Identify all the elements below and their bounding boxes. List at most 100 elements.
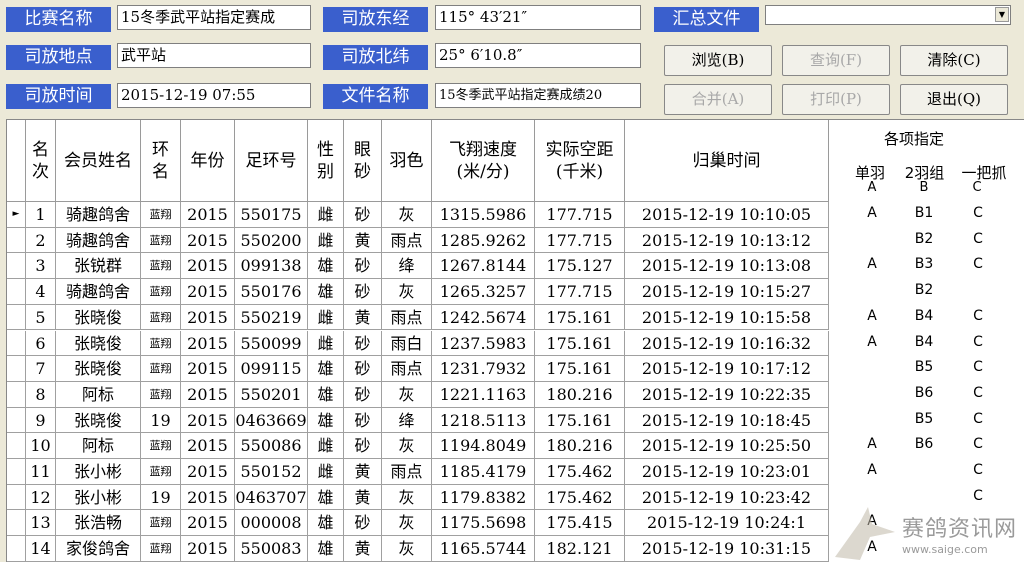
cell-speed[interactable]: 1267.8144 (432, 253, 535, 280)
cell-ring-type[interactable]: 19 (141, 484, 181, 511)
cell-member[interactable]: 张锐群 (56, 253, 141, 280)
cell-year[interactable]: 2015 (181, 459, 235, 485)
header-rank[interactable]: 名次 (26, 120, 56, 202)
cell-year[interactable]: 2015 (181, 484, 235, 511)
cell-rank[interactable]: 6 (26, 330, 56, 357)
cell-ring-no[interactable]: 550099 (235, 330, 308, 357)
cell-eye[interactable]: 黄 (344, 484, 382, 511)
cell-speed[interactable]: 1265.3257 (432, 279, 535, 305)
cell-ring-no[interactable]: 0463669 (235, 407, 308, 434)
header-ring-type[interactable]: 环名 (141, 120, 181, 202)
cell-distance[interactable]: 180.216 (535, 433, 625, 459)
cell-speed[interactable]: 1315.5986 (432, 202, 535, 228)
cell-year[interactable]: 2015 (181, 510, 235, 537)
cell-ring-no[interactable]: 550176 (235, 279, 308, 305)
row-selector[interactable] (7, 459, 26, 485)
cell-eye[interactable]: 黄 (344, 227, 382, 254)
location-field[interactable]: 武平站 (117, 43, 311, 68)
cell-color[interactable]: 灰 (382, 510, 432, 537)
cell-year[interactable]: 2015 (181, 202, 235, 228)
cell-year[interactable]: 2015 (181, 407, 235, 434)
cell-arrival[interactable]: 2015-12-19 10:13:12 (625, 227, 829, 254)
row-selector[interactable] (7, 279, 26, 305)
cell-color[interactable]: 雨点 (382, 459, 432, 485)
cell-speed[interactable]: 1218.5113 (432, 407, 535, 434)
cell-arrival[interactable]: 2015-12-19 10:25:50 (625, 433, 829, 459)
cell-eye[interactable]: 黄 (344, 459, 382, 485)
cell-ring-no[interactable]: 0463707 (235, 484, 308, 511)
cell-eye[interactable]: 砂 (344, 330, 382, 357)
header-sex[interactable]: 性别 (308, 120, 344, 202)
cell-eye[interactable]: 黄 (344, 536, 382, 562)
cell-distance[interactable]: 177.715 (535, 227, 625, 254)
row-selector[interactable] (7, 484, 26, 511)
cell-color[interactable]: 雨点 (382, 356, 432, 382)
cell-year[interactable]: 2015 (181, 381, 235, 408)
cell-member[interactable]: 张晓俊 (56, 304, 141, 331)
cell-ring-type[interactable]: 蓝翔 (141, 202, 181, 228)
cell-arrival[interactable]: 2015-12-19 10:23:01 (625, 459, 829, 485)
cell-distance[interactable]: 175.462 (535, 459, 625, 485)
cell-sex[interactable]: 雌 (308, 304, 344, 331)
row-selector[interactable] (7, 330, 26, 357)
cell-member[interactable]: 张浩畅 (56, 510, 141, 537)
cell-eye[interactable]: 砂 (344, 433, 382, 459)
cell-color[interactable]: 灰 (382, 202, 432, 228)
cell-ring-type[interactable]: 蓝翔 (141, 279, 181, 305)
cell-member[interactable]: 张晓俊 (56, 407, 141, 434)
cell-eye[interactable]: 黄 (344, 304, 382, 331)
cell-ring-type[interactable]: 蓝翔 (141, 330, 181, 357)
cell-ring-no[interactable]: 550175 (235, 202, 308, 228)
longitude-field[interactable]: 115° 43′21″ (435, 5, 641, 30)
cell-ring-no[interactable]: 000008 (235, 510, 308, 537)
cell-rank[interactable]: 2 (26, 227, 56, 254)
cell-ring-type[interactable]: 蓝翔 (141, 381, 181, 408)
cell-arrival[interactable]: 2015-12-19 10:22:35 (625, 381, 829, 408)
row-selector[interactable] (7, 536, 26, 562)
release-time-field[interactable]: 2015-12-19 07:55 (117, 83, 311, 108)
cell-arrival[interactable]: 2015-12-19 10:17:12 (625, 356, 829, 382)
race-name-field[interactable]: 15冬季武平站指定赛成 (117, 5, 311, 30)
cell-sex[interactable]: 雄 (308, 510, 344, 537)
cell-rank[interactable]: 14 (26, 536, 56, 562)
cell-ring-type[interactable]: 蓝翔 (141, 536, 181, 562)
cell-rank[interactable]: 8 (26, 381, 56, 408)
cell-ring-type[interactable]: 蓝翔 (141, 510, 181, 537)
cell-member[interactable]: 阿标 (56, 433, 141, 459)
cell-rank[interactable]: 4 (26, 279, 56, 305)
cell-rank[interactable]: 5 (26, 304, 56, 331)
cell-ring-no[interactable]: 550152 (235, 459, 308, 485)
cell-distance[interactable]: 175.161 (535, 407, 625, 434)
cell-sex[interactable]: 雌 (308, 227, 344, 254)
row-selector[interactable] (7, 253, 26, 280)
merge-button[interactable]: 合并(A) (664, 84, 772, 115)
cell-ring-no[interactable]: 099115 (235, 356, 308, 382)
cell-year[interactable]: 2015 (181, 536, 235, 562)
cell-color[interactable]: 灰 (382, 279, 432, 305)
cell-speed[interactable]: 1237.5983 (432, 330, 535, 357)
row-selector[interactable] (7, 433, 26, 459)
cell-member[interactable]: 张小彬 (56, 484, 141, 511)
cell-sex[interactable]: 雄 (308, 279, 344, 305)
cell-member[interactable]: 张晓俊 (56, 330, 141, 357)
cell-speed[interactable]: 1179.8382 (432, 484, 535, 511)
cell-member[interactable]: 骑趣鸽舍 (56, 202, 141, 228)
cell-distance[interactable]: 175.161 (535, 330, 625, 357)
header-color[interactable]: 羽色 (382, 120, 432, 202)
cell-sex[interactable]: 雌 (308, 459, 344, 485)
filename-field[interactable]: 15冬季武平站指定赛成绩20 (435, 83, 641, 108)
cell-eye[interactable]: 砂 (344, 510, 382, 537)
cell-ring-no[interactable]: 550201 (235, 381, 308, 408)
cell-arrival[interactable]: 2015-12-19 10:31:15 (625, 536, 829, 562)
header-year[interactable]: 年份 (181, 120, 235, 202)
row-selector[interactable] (7, 227, 26, 254)
cell-eye[interactable]: 砂 (344, 407, 382, 434)
cell-rank[interactable]: 10 (26, 433, 56, 459)
cell-color[interactable]: 灰 (382, 484, 432, 511)
header-member[interactable]: 会员姓名 (56, 120, 141, 202)
print-button[interactable]: 打印(P) (782, 84, 890, 115)
row-selector[interactable] (7, 381, 26, 408)
cell-sex[interactable]: 雄 (308, 356, 344, 382)
cell-ring-type[interactable]: 蓝翔 (141, 227, 181, 254)
cell-distance[interactable]: 175.462 (535, 484, 625, 511)
